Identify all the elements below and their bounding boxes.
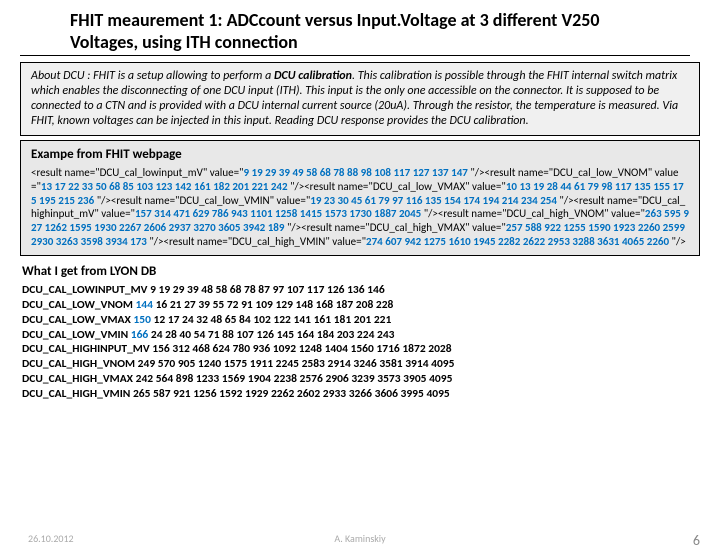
- lyon-header: What I get from LYON DB: [22, 264, 700, 279]
- lyon-block: DCU_CAL_LOWINPUT_MV 9 19 29 39 48 58 68 …: [22, 283, 700, 403]
- lyon-line: DCU_CAL_HIGH_VMIN 265 587 921 1256 1592 …: [22, 387, 700, 402]
- about-bold: DCU calibration: [274, 69, 352, 83]
- about-lead: About DCU : FHIT is a setup allowing to …: [31, 69, 274, 83]
- lyon-line: DCU_CAL_HIGH_VNOM 249 570 905 1240 1575 …: [22, 357, 700, 372]
- lyon-line: DCU_CAL_LOWINPUT_MV 9 19 29 39 48 58 68 …: [22, 283, 700, 298]
- lyon-line: DCU_CAL_LOW_VNOM 144 16 21 27 39 55 72 9…: [22, 298, 700, 313]
- slide-title: FHIT meaurement 1: ADCcount versus Input…: [20, 0, 690, 56]
- footer-author: A. Kaminskiy: [334, 532, 385, 545]
- lyon-line: DCU_CAL_LOW_VMAX 150 12 17 24 32 48 65 8…: [22, 313, 700, 328]
- footer-page: 6: [693, 532, 700, 549]
- lyon-line: DCU_CAL_LOW_VMIN 166 24 28 40 54 71 88 1…: [22, 328, 700, 343]
- example-code: <result name="DCU_cal_lowinput_mV" value…: [31, 166, 689, 249]
- example-box: Exampe from FHIT webpage <result name="D…: [20, 140, 700, 256]
- footer-date: 26.10.2012: [28, 532, 74, 545]
- example-header: Exampe from FHIT webpage: [31, 147, 689, 162]
- lyon-line: DCU_CAL_HIGH_VMAX 242 564 898 1233 1569 …: [22, 372, 700, 387]
- about-box: About DCU : FHIT is a setup allowing to …: [20, 62, 700, 136]
- lyon-line: DCU_CAL_HIGHINPUT_MV 156 312 468 624 780…: [22, 342, 700, 357]
